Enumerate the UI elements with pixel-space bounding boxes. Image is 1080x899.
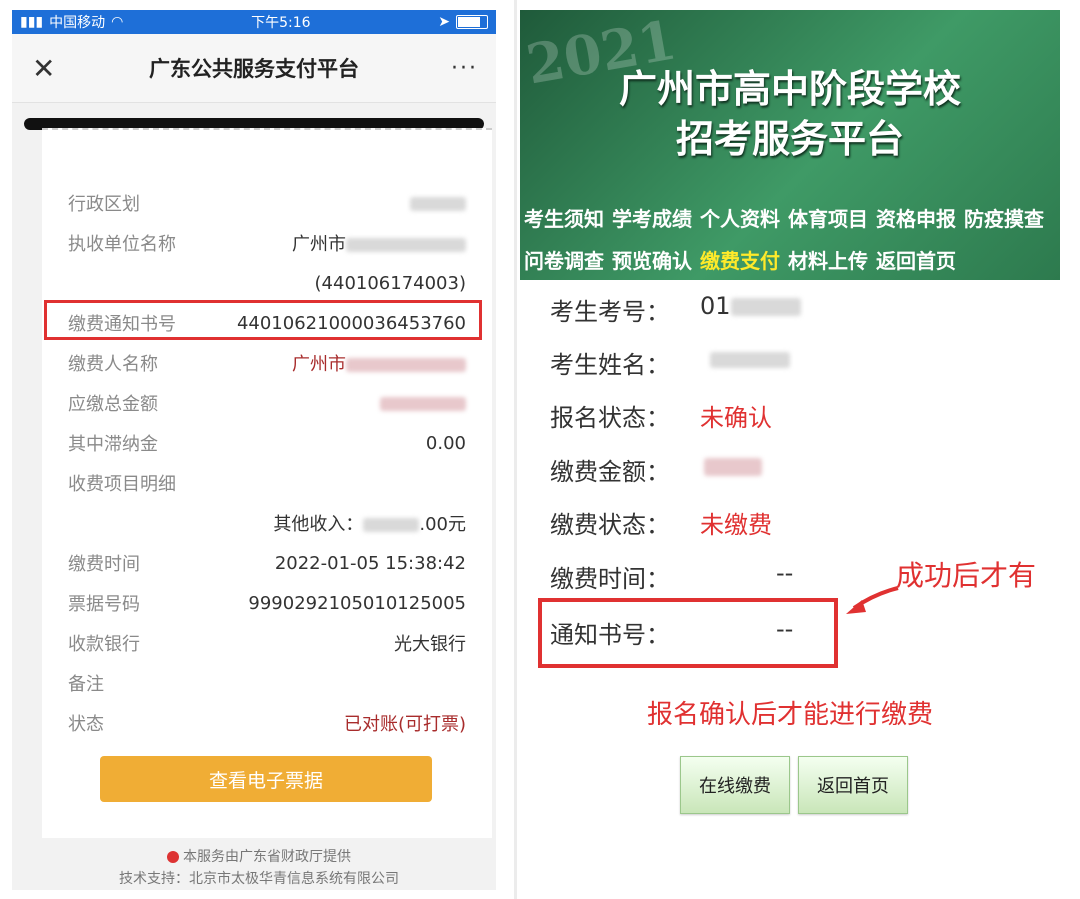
redacted-value: [363, 518, 420, 532]
exam-portal: 2021 广州市高中阶段学校 招考服务平台 考生须知 学考成绩 个人资料 体育项…: [520, 7, 1060, 890]
field-payment-amount: 缴费金额：: [550, 452, 762, 487]
redacted-value: [380, 396, 466, 411]
more-icon[interactable]: ···: [451, 56, 478, 81]
field-payment-status: 缴费状态： 未缴费: [550, 511, 772, 539]
menu-item-profile[interactable]: 个人资料: [700, 203, 780, 232]
row-remark: 备注: [68, 674, 104, 695]
portal-menu-row1: 考生须知 学考成绩 个人资料 体育项目 资格申报 防疫摸查: [520, 203, 1060, 232]
page-footer: 本服务由广东省财政厅提供 技术支持：北京市太极华青信息系统有限公司: [119, 849, 399, 887]
page-title: 广东公共服务支付平台: [149, 57, 359, 81]
menu-item-survey[interactable]: 问卷调查: [524, 245, 604, 274]
payment-receipt-card: 行政区划 执收单位名称 广州市 (440106174003) 缴费通知书号 44…: [42, 128, 492, 838]
portal-title-line1: 广州市高中阶段学校: [618, 67, 961, 111]
notice-number-highlight: [44, 300, 482, 340]
redacted-value: [346, 238, 466, 252]
redacted-value: [730, 298, 801, 316]
arrow-left-icon: [846, 586, 899, 614]
panel-divider: [514, 0, 517, 899]
row-total-amount: 应缴总金额: [68, 388, 466, 418]
row-bank: 收款银行 光大银行: [68, 634, 466, 655]
row-fee-items: 收费项目明细: [68, 474, 176, 495]
menu-item-sports[interactable]: 体育项目: [788, 203, 868, 232]
row-bill-number: 票据号码 9990292105010125005: [68, 592, 466, 616]
redacted-value: [346, 358, 466, 372]
redacted-value: [710, 352, 790, 368]
redacted-value: [410, 196, 466, 211]
menu-item-qualification[interactable]: 资格申报: [876, 203, 956, 232]
view-e-ticket-button[interactable]: 查看电子票据: [100, 756, 432, 802]
battery-icon: [456, 15, 488, 29]
menu-item-epidemic[interactable]: 防疫摸查: [964, 203, 1044, 232]
menu-item-payment[interactable]: 缴费支付: [700, 245, 780, 274]
annotation-note: 成功后才有: [896, 559, 1037, 592]
field-exam-number: 考生考号： 01: [550, 292, 801, 327]
field-student-name: 考生姓名：: [550, 345, 790, 380]
menu-item-upload[interactable]: 材料上传: [788, 245, 868, 274]
menu-item-home[interactable]: 返回首页: [876, 245, 956, 274]
status-time: 下午5:16: [251, 15, 311, 31]
phone-screen: ▮▮▮ 中国移动 ◠ 下午5:16 ➤ ✕ 广东公共服务支付平台 ··· 行政区…: [12, 10, 496, 890]
field-registration-status: 报名状态： 未确认: [550, 404, 772, 432]
signal-icon: ▮▮▮: [20, 14, 44, 30]
row-unit-code: (440106174003): [314, 272, 466, 294]
row-late-fee: 其中滞纳金 0.00: [68, 432, 466, 456]
row-other-income: 其他收入： .00元: [273, 514, 466, 535]
payment-warning: 报名确认后才能进行缴费: [646, 700, 933, 730]
carrier-label: 中国移动: [49, 15, 106, 31]
portal-title-line2: 招考服务平台: [675, 117, 904, 161]
field-payment-time: 缴费时间： --: [550, 559, 794, 593]
row-payment-time: 缴费时间 2022-01-05 15:38:42: [68, 552, 466, 576]
menu-item-notice[interactable]: 考生须知: [524, 203, 604, 232]
redacted-value: [704, 458, 762, 476]
close-icon[interactable]: ✕: [32, 52, 55, 85]
menu-item-scores[interactable]: 学考成绩: [612, 203, 692, 232]
emblem-icon: [167, 851, 179, 863]
return-home-button[interactable]: 返回首页: [798, 756, 908, 814]
portal-banner: 2021 广州市高中阶段学校 招考服务平台 考生须知 学考成绩 个人资料 体育项…: [520, 7, 1060, 280]
row-region: 行政区划: [68, 188, 466, 218]
nav-bar: ✕ 广东公共服务支付平台 ···: [12, 34, 496, 103]
row-payer-name: 缴费人名称 广州市: [68, 348, 466, 378]
wifi-icon: ◠: [111, 14, 124, 30]
status-bar: ▮▮▮ 中国移动 ◠ 下午5:16 ➤: [12, 10, 496, 34]
row-unit-name: 执收单位名称 广州市: [68, 228, 466, 258]
menu-item-preview[interactable]: 预览确认: [612, 245, 692, 274]
notice-number-highlight-box: [538, 598, 838, 668]
online-payment-button[interactable]: 在线缴费: [680, 756, 790, 814]
location-icon: ➤: [438, 14, 450, 30]
row-status: 状态 已对账(可打票): [68, 714, 466, 735]
portal-menu-row2: 问卷调查 预览确认 缴费支付 材料上传 返回首页: [520, 245, 1060, 274]
